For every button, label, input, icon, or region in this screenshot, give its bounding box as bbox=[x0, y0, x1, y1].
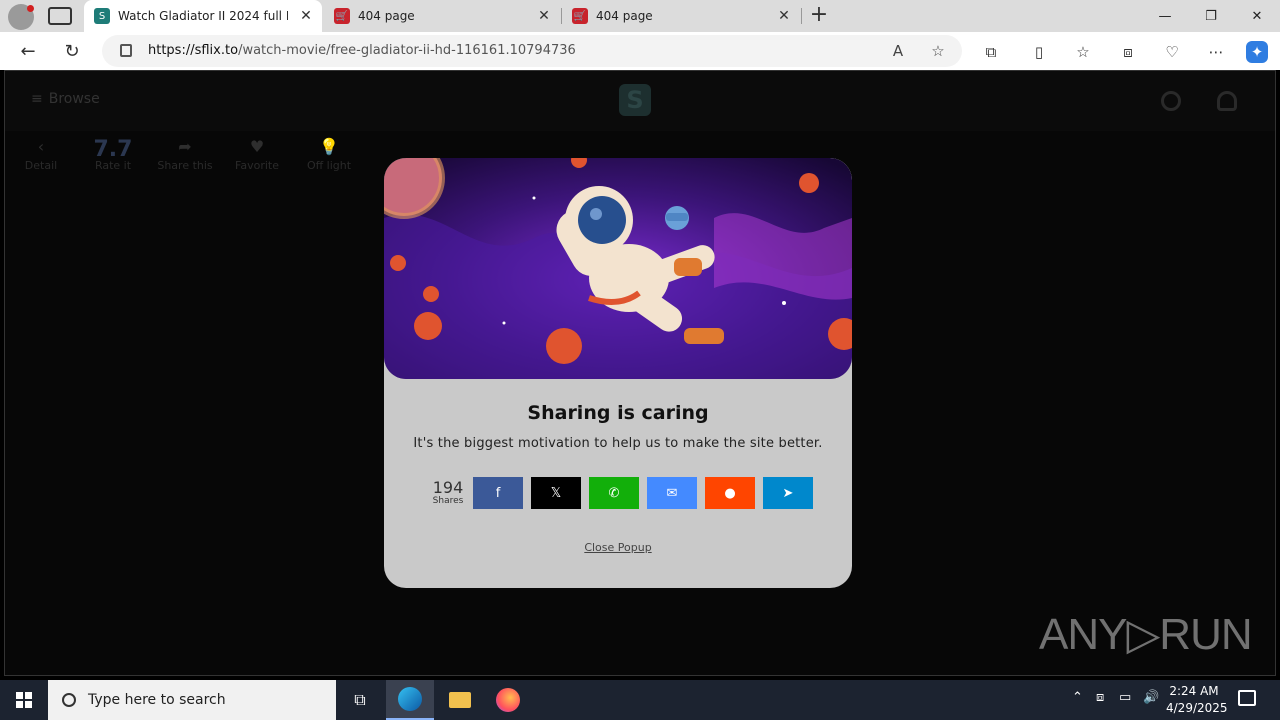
windows-logo-icon bbox=[16, 692, 32, 708]
restore-button[interactable]: ❐ bbox=[1188, 0, 1234, 32]
detail-label: Detail bbox=[24, 159, 58, 172]
whatsapp-icon: ✆ bbox=[608, 485, 620, 501]
tab-actions-icon[interactable] bbox=[48, 7, 72, 25]
off-light-label: Off light bbox=[306, 159, 352, 172]
rate-label: Rate it bbox=[94, 159, 132, 172]
messenger-icon: ✉ bbox=[666, 485, 678, 501]
tab-separator bbox=[801, 8, 802, 24]
close-tab-icon[interactable]: ✕ bbox=[776, 8, 792, 24]
split-screen-icon[interactable]: ▯ bbox=[1028, 41, 1050, 63]
new-tab-button[interactable]: + bbox=[808, 4, 830, 26]
x-share-button[interactable]: 𝕏 bbox=[531, 477, 581, 509]
back-chevron-icon: ‹ bbox=[37, 137, 45, 156]
whatsapp-share-button[interactable]: ✆ bbox=[589, 477, 639, 509]
site-logo[interactable]: S bbox=[619, 84, 651, 116]
close-tab-icon[interactable]: ✕ bbox=[298, 8, 314, 24]
anyrun-watermark: ANY▷RUN bbox=[1039, 610, 1253, 659]
tab-404-1[interactable]: 🛒 404 page ✕ bbox=[324, 0, 560, 32]
reddit-share-button[interactable]: ● bbox=[705, 477, 755, 509]
lightbulb-icon: 💡 bbox=[319, 137, 339, 156]
collections-icon[interactable]: ⧈ bbox=[1117, 41, 1139, 63]
tab-title: 404 page bbox=[358, 9, 415, 23]
detail-actions: ‹ Detail 7.7 Rate it ➦ Share this ♥ Favo… bbox=[5, 137, 365, 172]
sflix-favicon-icon: S bbox=[94, 8, 110, 24]
telegram-share-button[interactable]: ➤ bbox=[763, 477, 813, 509]
hamburger-icon: ≡ bbox=[31, 91, 43, 107]
url-text[interactable]: https://sflix.to/watch-movie/free-gladia… bbox=[148, 43, 576, 58]
facebook-icon: f bbox=[495, 485, 501, 501]
firefox-icon[interactable] bbox=[484, 680, 532, 720]
start-button[interactable] bbox=[0, 680, 48, 720]
favorite-label: Favorite bbox=[235, 159, 279, 172]
tab-title: 404 page bbox=[596, 9, 653, 23]
more-menu-icon[interactable]: ⋯ bbox=[1205, 41, 1227, 63]
telegram-icon: ➤ bbox=[782, 485, 794, 501]
share-icon: ➦ bbox=[178, 137, 192, 156]
tab-strip: S Watch Gladiator II 2024 full HD o ✕ 🛒 … bbox=[0, 0, 1280, 32]
close-window-button[interactable]: ✕ bbox=[1234, 0, 1280, 32]
heart-icon: ♥ bbox=[249, 137, 265, 156]
refresh-button[interactable]: ↻ bbox=[60, 39, 84, 63]
share-button[interactable]: ➦ Share this bbox=[149, 137, 221, 172]
x-icon: 𝕏 bbox=[550, 485, 562, 501]
tab-title: Watch Gladiator II 2024 full HD o bbox=[118, 9, 288, 23]
notification-dot-icon bbox=[27, 5, 34, 12]
back-button[interactable]: ← bbox=[16, 39, 40, 63]
task-view-icon[interactable]: ⧉ bbox=[336, 680, 384, 720]
file-explorer-icon[interactable] bbox=[436, 680, 484, 720]
edge-taskbar-icon[interactable] bbox=[386, 680, 434, 720]
windows-taskbar: Type here to search ⧉ ⌃ ⧈ ▭ 🔊 2:24 AM 4/… bbox=[0, 680, 1280, 720]
favorite-star-icon[interactable]: ☆ bbox=[928, 41, 948, 61]
favorite-button[interactable]: ♥ Favorite bbox=[221, 137, 293, 172]
taskbar-search-placeholder: Type here to search bbox=[88, 692, 226, 708]
share-count-label: Shares bbox=[432, 496, 464, 506]
copilot-icon[interactable]: ✦ bbox=[1246, 41, 1268, 63]
share-label: Share this bbox=[157, 159, 213, 172]
user-icon[interactable] bbox=[1217, 91, 1237, 111]
extensions-icon[interactable]: ⧉ bbox=[980, 41, 1002, 63]
taskbar-search[interactable]: Type here to search bbox=[48, 680, 336, 720]
rate-button[interactable]: 7.7 Rate it bbox=[77, 137, 149, 172]
read-aloud-icon[interactable]: A bbox=[888, 41, 908, 61]
reddit-icon: ● bbox=[724, 485, 736, 501]
tab-404-2[interactable]: 🛒 404 page ✕ bbox=[562, 0, 800, 32]
volume-icon[interactable]: 🔊 bbox=[1143, 690, 1159, 705]
off-light-button[interactable]: 💡 Off light bbox=[293, 137, 365, 172]
network-icon[interactable]: ▭ bbox=[1119, 690, 1131, 705]
show-hidden-icons-icon[interactable]: ⌃ bbox=[1072, 690, 1083, 705]
meet-now-icon[interactable]: ⧈ bbox=[1096, 690, 1104, 705]
messenger-share-button[interactable]: ✉ bbox=[647, 477, 697, 509]
clock-date: 4/29/2025 bbox=[1166, 701, 1228, 715]
popup-subtitle: It's the biggest motivation to help us t… bbox=[413, 436, 823, 451]
site-header: ≡ Browse S bbox=[5, 71, 1275, 131]
cart-favicon-icon: 🛒 bbox=[572, 8, 588, 24]
search-icon bbox=[62, 693, 76, 707]
detail-button[interactable]: ‹ Detail bbox=[5, 137, 77, 172]
rating-value: 7.7 bbox=[93, 137, 133, 162]
search-icon[interactable] bbox=[1161, 91, 1181, 111]
page-viewport: ≡ Browse S ‹ Detail 7.7 Rate it ➦ Share … bbox=[4, 70, 1276, 676]
astronaut-illustration bbox=[384, 158, 852, 379]
minimize-button[interactable]: — bbox=[1142, 0, 1188, 32]
system-clock[interactable]: 2:24 AM 4/29/2025 bbox=[1166, 683, 1228, 717]
browser-essentials-icon[interactable]: ♡ bbox=[1161, 41, 1183, 63]
cart-favicon-icon: 🛒 bbox=[334, 8, 350, 24]
lock-icon[interactable] bbox=[120, 44, 132, 57]
notifications-icon[interactable] bbox=[1238, 690, 1256, 706]
browse-label: Browse bbox=[48, 91, 100, 107]
facebook-share-button[interactable]: f bbox=[473, 477, 523, 509]
share-count: 194 bbox=[432, 478, 464, 497]
close-tab-icon[interactable]: ✕ bbox=[536, 8, 552, 24]
close-popup-link[interactable]: Close Popup bbox=[384, 541, 852, 554]
browse-menu[interactable]: ≡ Browse bbox=[31, 91, 100, 107]
address-bar[interactable]: https://sflix.to/watch-movie/free-gladia… bbox=[102, 35, 962, 67]
clock-time: 2:24 AM bbox=[1169, 684, 1219, 698]
tab-gladiator[interactable]: S Watch Gladiator II 2024 full HD o ✕ bbox=[84, 0, 322, 32]
browser-toolbar: ← ↻ https://sflix.to/watch-movie/free-gl… bbox=[0, 32, 1280, 70]
share-popup: Sharing is caring It's the biggest motiv… bbox=[384, 158, 852, 588]
share-counter: 194 Shares bbox=[428, 478, 468, 507]
favorites-icon[interactable]: ☆ bbox=[1072, 41, 1094, 63]
popup-title: Sharing is caring bbox=[527, 402, 709, 424]
